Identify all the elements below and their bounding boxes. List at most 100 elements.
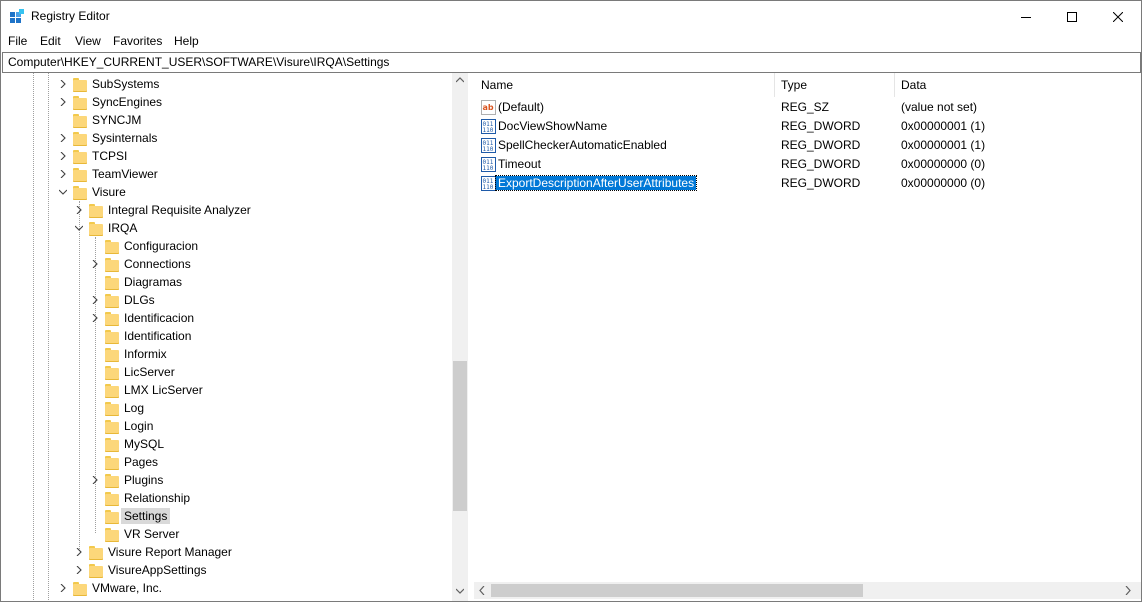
tree-item-vmware-inc[interactable]: VMware, Inc. bbox=[2, 579, 452, 597]
tree-item-syncengines[interactable]: SyncEngines bbox=[2, 93, 452, 111]
scroll-up-icon[interactable] bbox=[456, 77, 464, 83]
menu-favorites[interactable]: Favorites bbox=[113, 34, 162, 48]
value-row[interactable]: 011 110 ExportDescriptionAfterUserAttribut… bbox=[474, 174, 1141, 193]
tree-item-label[interactable]: SYNCJM bbox=[89, 112, 144, 128]
chevron-right-icon[interactable] bbox=[75, 206, 83, 214]
tree-item-label[interactable]: SubSystems bbox=[89, 76, 162, 92]
tree-item-label[interactable]: VR Server bbox=[121, 526, 182, 542]
tree-item-relationship[interactable]: Relationship bbox=[2, 489, 452, 507]
tree-item-label[interactable]: Settings bbox=[121, 508, 171, 524]
tree-item-label[interactable]: MySQL bbox=[121, 436, 167, 452]
key-tree-pane[interactable]: SubSystems SyncEngines SYNCJM Sysinternals T… bbox=[2, 73, 469, 600]
tree-item-subsystems[interactable]: SubSystems bbox=[2, 75, 452, 93]
tree-item-label[interactable]: Diagramas bbox=[121, 274, 185, 290]
minimize-button[interactable] bbox=[1003, 1, 1049, 32]
tree-item-label[interactable]: Relationship bbox=[121, 490, 193, 506]
column-header-type[interactable]: Type bbox=[774, 73, 893, 97]
chevron-right-icon[interactable] bbox=[91, 314, 99, 322]
chevron-right-icon[interactable] bbox=[75, 548, 83, 556]
value-name[interactable]: DocViewShowName bbox=[498, 119, 607, 133]
value-name[interactable]: SpellCheckerAutomaticEnabled bbox=[498, 138, 667, 152]
address-bar[interactable]: Computer\HKEY_CURRENT_USER\SOFTWARE\Visu… bbox=[2, 52, 1141, 73]
value-row[interactable]: 011 110 DocViewShowName REG_DWORD 0x00000001… bbox=[474, 117, 1141, 136]
scroll-left-icon[interactable] bbox=[479, 586, 485, 595]
tree-item-label[interactable]: Pages bbox=[121, 454, 161, 470]
tree-item-label[interactable]: IRQA bbox=[105, 220, 140, 236]
tree-item-label[interactable]: Plugins bbox=[121, 472, 166, 488]
tree-scroll-thumb[interactable] bbox=[453, 361, 467, 511]
tree-item-label[interactable]: Connections bbox=[121, 256, 194, 272]
tree-item-label[interactable]: Log bbox=[121, 400, 147, 416]
column-header-name[interactable]: Name bbox=[474, 73, 773, 97]
chevron-down-icon[interactable] bbox=[75, 224, 83, 232]
chevron-right-icon[interactable] bbox=[75, 566, 83, 574]
scroll-right-icon[interactable] bbox=[1125, 586, 1131, 595]
tree-item-tcpsi[interactable]: TCPSI bbox=[2, 147, 452, 165]
tree-item-pages[interactable]: Pages bbox=[2, 453, 452, 471]
value-row[interactable]: 011 110 SpellCheckerAutomaticEnabled REG_DW… bbox=[474, 136, 1141, 155]
tree-item-identification[interactable]: Identification bbox=[2, 327, 452, 345]
menu-edit[interactable]: Edit bbox=[40, 34, 61, 48]
tree-item-lmx-licserver[interactable]: LMX LicServer bbox=[2, 381, 452, 399]
tree-item-plugins[interactable]: Plugins bbox=[2, 471, 452, 489]
tree-item-visure-report-manager[interactable]: Visure Report Manager bbox=[2, 543, 452, 561]
tree-item-dlgs[interactable]: DLGs bbox=[2, 291, 452, 309]
tree-item-visureappsettings[interactable]: VisureAppSettings bbox=[2, 561, 452, 579]
tree-item-label[interactable]: Integral Requisite Analyzer bbox=[105, 202, 254, 218]
tree-item-label[interactable]: TCPSI bbox=[89, 148, 130, 164]
menu-file[interactable]: File bbox=[8, 34, 27, 48]
chevron-right-icon[interactable] bbox=[91, 476, 99, 484]
tree-item-label[interactable]: DLGs bbox=[121, 292, 158, 308]
tree-item-label[interactable]: Login bbox=[121, 418, 156, 434]
chevron-down-icon[interactable] bbox=[59, 188, 67, 196]
tree-item-visure[interactable]: Visure bbox=[2, 183, 452, 201]
value-row[interactable]: 011 110 Timeout REG_DWORD 0x00000000 (0) bbox=[474, 155, 1141, 174]
values-scroll-thumb[interactable] bbox=[491, 584, 863, 597]
tree-item-log[interactable]: Log bbox=[2, 399, 452, 417]
tree-item-configuracion[interactable]: Configuracion bbox=[2, 237, 452, 255]
tree-item-mysql[interactable]: MySQL bbox=[2, 435, 452, 453]
chevron-right-icon[interactable] bbox=[59, 98, 67, 106]
tree-item-label[interactable]: Visure bbox=[89, 184, 129, 200]
pane-splitter[interactable] bbox=[469, 73, 473, 601]
tree-item-irqa[interactable]: IRQA bbox=[2, 219, 452, 237]
tree-item-settings[interactable]: Settings bbox=[2, 507, 452, 525]
address-path[interactable]: Computer\HKEY_CURRENT_USER\SOFTWARE\Visu… bbox=[8, 55, 389, 69]
tree-item-label[interactable]: Sysinternals bbox=[89, 130, 160, 146]
chevron-right-icon[interactable] bbox=[59, 584, 67, 592]
column-header-data[interactable]: Data bbox=[894, 73, 1141, 97]
tree-item-identificacion[interactable]: Identificacion bbox=[2, 309, 452, 327]
scroll-down-icon[interactable] bbox=[456, 588, 464, 594]
tree-item-connections[interactable]: Connections bbox=[2, 255, 452, 273]
tree-item-label[interactable]: VisureAppSettings bbox=[105, 562, 210, 578]
tree-item-label[interactable]: TeamViewer bbox=[89, 166, 161, 182]
menu-view[interactable]: View bbox=[75, 34, 101, 48]
tree-item-label[interactable]: Identificacion bbox=[121, 310, 197, 326]
tree-item-teamviewer[interactable]: TeamViewer bbox=[2, 165, 452, 183]
values-horizontal-scrollbar[interactable] bbox=[474, 582, 1141, 599]
value-row[interactable]: ab (Default) REG_SZ (value not set) bbox=[474, 98, 1141, 117]
tree-item-licserver[interactable]: LicServer bbox=[2, 363, 452, 381]
tree-item-label[interactable]: LicServer bbox=[121, 364, 178, 380]
menu-help[interactable]: Help bbox=[174, 34, 199, 48]
tree-item-diagramas[interactable]: Diagramas bbox=[2, 273, 452, 291]
chevron-right-icon[interactable] bbox=[91, 260, 99, 268]
tree-item-informix[interactable]: Informix bbox=[2, 345, 452, 363]
values-list-pane[interactable]: Name Type Data ab (Default) REG_SZ (value n… bbox=[474, 73, 1141, 601]
chevron-right-icon[interactable] bbox=[59, 134, 67, 142]
tree-item-label[interactable]: SyncEngines bbox=[89, 94, 165, 110]
tree-item-vr-server[interactable]: VR Server bbox=[2, 525, 452, 543]
value-name[interactable]: ExportDescriptionAfterUserAttributes bbox=[494, 175, 698, 191]
tree-item-sysinternals[interactable]: Sysinternals bbox=[2, 129, 452, 147]
value-name[interactable]: Timeout bbox=[498, 157, 541, 171]
tree-item-label[interactable]: LMX LicServer bbox=[121, 382, 206, 398]
tree-item-label[interactable]: Visure Report Manager bbox=[105, 544, 235, 560]
tree-item-label[interactable]: Identification bbox=[121, 328, 194, 344]
tree-item-login[interactable]: Login bbox=[2, 417, 452, 435]
chevron-right-icon[interactable] bbox=[59, 170, 67, 178]
tree-item-label[interactable]: VMware, Inc. bbox=[89, 580, 165, 596]
tree-vertical-scrollbar[interactable] bbox=[452, 73, 468, 601]
tree-item-integral-requisite-analyzer[interactable]: Integral Requisite Analyzer bbox=[2, 201, 452, 219]
close-button[interactable] bbox=[1095, 1, 1141, 32]
tree-item-label[interactable]: Informix bbox=[121, 346, 170, 362]
